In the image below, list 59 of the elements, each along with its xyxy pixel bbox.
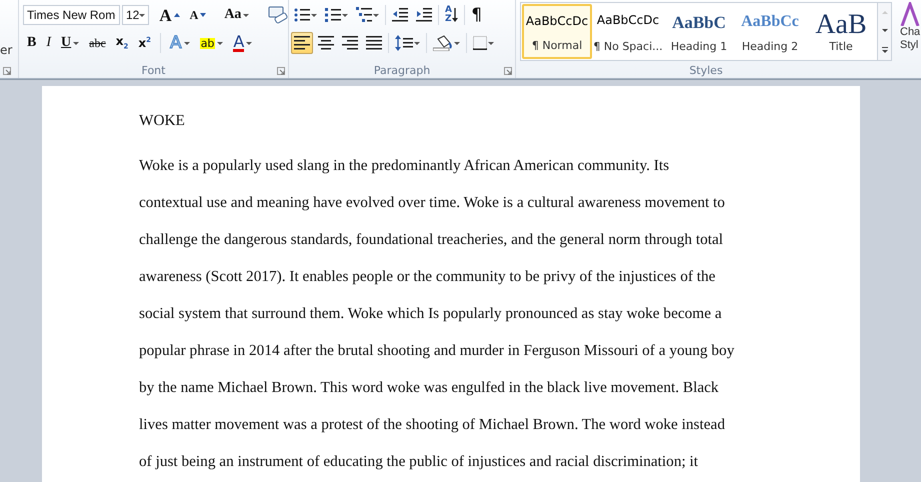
- subscript-button[interactable]: x$_{2}$: [112, 32, 132, 54]
- align-center-icon: [318, 36, 334, 50]
- caret-icon: [139, 14, 146, 16]
- align-right-icon: [342, 36, 358, 50]
- font-size-field[interactable]: 12: [122, 5, 150, 25]
- sort-button[interactable]: AZ: [442, 4, 462, 26]
- dialog-launcher-icon: [277, 67, 285, 75]
- style-item[interactable]: AaBbC Heading 1: [664, 4, 734, 59]
- paint-bucket-icon: [433, 35, 453, 51]
- increase-indent-icon: [416, 8, 432, 22]
- change-case-button[interactable]: Aa: [220, 4, 254, 26]
- scroll-down-icon: [882, 28, 888, 32]
- align-justify-icon: [366, 36, 382, 50]
- paragraph-line: awareness (Scott 2017). It enables people or the community to be privy of the injustices of the: [139, 267, 716, 287]
- underline-button[interactable]: U: [57, 32, 84, 54]
- scroll-up-icon: [882, 10, 888, 14]
- group-label: Paragraph: [374, 64, 430, 77]
- button-label: er: [0, 43, 14, 57]
- bold-button[interactable]: B: [23, 32, 40, 54]
- letter-icon: [900, 2, 920, 26]
- up-triangle-icon: [174, 13, 180, 17]
- style-item[interactable]: AaB Title: [806, 4, 876, 59]
- paragraph-line: lives matter movement was a protest of the shooting of Michael Brown. The word woke instead: [139, 415, 726, 435]
- borders-icon: [473, 36, 487, 50]
- align-left-button[interactable]: [291, 32, 313, 54]
- numbered-list-icon: [325, 8, 341, 22]
- bullet-list-icon: [294, 8, 310, 22]
- paragraph-line: contextual use and meaning have evolved over time. Woke is a cultural awareness movement to: [139, 193, 726, 213]
- superscript-button[interactable]: x$^{2}$: [134, 32, 156, 54]
- group-label: Styles: [689, 64, 723, 77]
- paragraph-line: challenge the dangerous standards, foundational treacheries, and the general norm through total: [139, 230, 724, 250]
- italic-button[interactable]: I: [42, 32, 56, 54]
- line-spacing-icon: [395, 35, 413, 51]
- grow-font-button[interactable]: A: [155, 4, 184, 26]
- paragraph-line: social system that surround them. Woke which Is popularly pronounced as stay woke become a: [139, 304, 723, 324]
- paragraph-line: by the name Michael Brown. This word woke was engulfed in the black live movement. Black: [139, 378, 720, 398]
- strikethrough-button[interactable]: abc: [85, 32, 110, 54]
- document-title: WOKE: [139, 111, 186, 131]
- dialog-launcher-icon: [504, 67, 512, 75]
- multilevel-list-icon: [356, 7, 372, 23]
- style-item[interactable]: AaBbCcDc ¶ Normal: [522, 4, 592, 59]
- font-name-field[interactable]: Times New Rom: [23, 5, 120, 25]
- font-color-button[interactable]: A: [229, 32, 256, 54]
- shrink-font-button[interactable]: A: [186, 4, 210, 26]
- paragraph-line: Woke is a popularly used slang in the predominantly African American community. Its: [139, 156, 670, 176]
- style-item[interactable]: AaBbCc Heading 2: [735, 4, 805, 59]
- group-label: Font: [142, 64, 166, 77]
- more-styles-icon: [882, 46, 888, 52]
- dialog-launcher-icon: [3, 67, 11, 75]
- eraser-icon: [267, 6, 290, 24]
- paragraph-line: popular phrase in 2014 after the brutal shooting and murder in Ferguson Missouri of a young boy: [139, 341, 736, 361]
- style-item[interactable]: AaBbCcDc ¶ No Spaci...: [593, 4, 663, 59]
- paragraph-line: of just being an instrument of educating the public of injustices and racial discrimination; it: [139, 452, 700, 472]
- decrease-indent-icon: [392, 8, 408, 22]
- show-formatting-button[interactable]: ¶: [468, 4, 486, 26]
- highlight-button[interactable]: ab: [196, 32, 228, 54]
- down-triangle-icon: [200, 13, 206, 17]
- change-styles-button[interactable]: Cha Styl: [896, 0, 920, 78]
- align-left-icon: [294, 36, 310, 50]
